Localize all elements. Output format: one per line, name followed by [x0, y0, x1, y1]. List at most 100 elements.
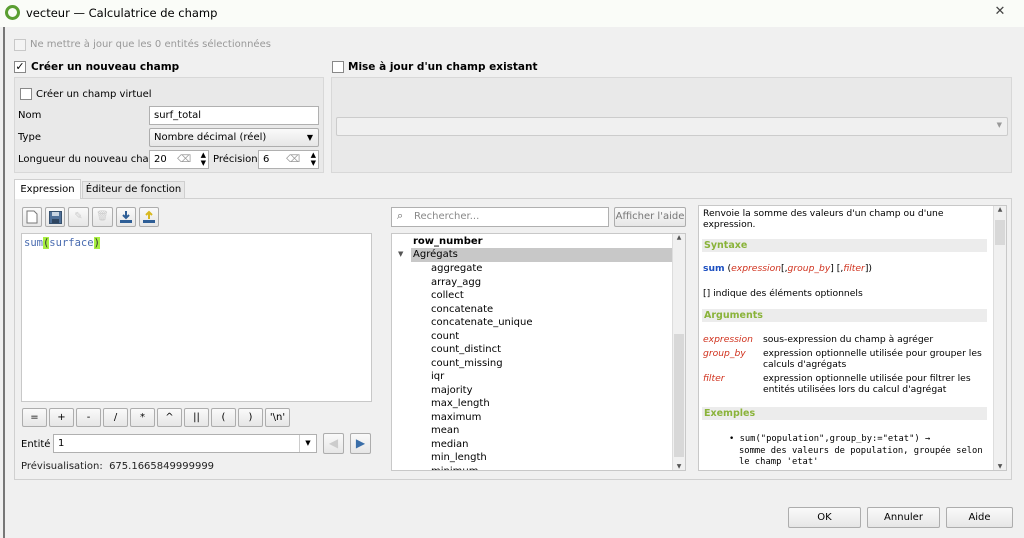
type-label: Type — [18, 132, 41, 143]
tree-item-function[interactable]: count_missing — [431, 357, 503, 371]
preview: Prévisualisation: 675.1665849999999 — [21, 461, 214, 472]
preview-label: Prévisualisation: — [21, 461, 103, 472]
example-code: • sum("population",group_by:="etat") → — [729, 434, 931, 444]
export-icon[interactable] — [139, 207, 159, 227]
arg-name: expression — [703, 334, 753, 345]
tree-item-function[interactable]: concatenate — [431, 303, 493, 317]
arg-desc: sous-expression du champ à agréger — [763, 334, 934, 345]
help-intro: Renvoie la somme des valeurs d'un champ … — [703, 208, 944, 230]
entity-select[interactable]: 1 ▼ — [53, 434, 317, 453]
tree-item-function[interactable]: iqr — [431, 370, 444, 384]
search-input[interactable]: ⌕ Rechercher... — [391, 207, 609, 227]
tree-item-function[interactable]: maximum — [431, 411, 481, 425]
length-spinbox[interactable]: 20 ⌫ ▲ ▼ — [149, 150, 209, 169]
tree-item-function[interactable]: min_length — [431, 451, 487, 465]
help-panel: Renvoie la somme des valeurs d'un champ … — [698, 205, 1007, 471]
clear-icon[interactable]: ⌫ — [177, 153, 191, 166]
operator-button[interactable]: ) — [238, 408, 263, 427]
syntax-line: sum (expression[,group_by] [,filter]) — [703, 263, 873, 274]
precision-label: Précision — [213, 154, 258, 165]
window-title: vecteur — Calculatrice de champ — [26, 6, 218, 20]
chevron-down-icon: ▼ — [306, 133, 313, 142]
create-new-field-checkbox[interactable]: ✓ — [14, 61, 26, 73]
help-button[interactable]: Aide — [946, 507, 1013, 528]
tree-item-function[interactable]: mean — [431, 424, 459, 438]
type-select[interactable]: Nombre décimal (réel) ▼ — [149, 128, 319, 147]
chevron-down-icon: ▼ — [299, 435, 316, 452]
spin-arrows-icon[interactable]: ▲ ▼ — [311, 151, 316, 167]
arg-desc: expression optionnelle utilisée pour fil… — [763, 373, 971, 395]
delete-icon[interactable]: 🗑 — [92, 207, 113, 227]
optional-note: [] indique des éléments optionnels — [703, 288, 863, 299]
example-desc: somme des valeurs de population, groupée… — [739, 446, 983, 467]
entity-label: Entité — [21, 439, 51, 450]
arguments-heading: Arguments — [702, 309, 987, 322]
update-existing-checkbox[interactable] — [332, 61, 344, 73]
scroll-thumb[interactable] — [674, 334, 684, 457]
tree-item-function[interactable]: array_agg — [431, 276, 481, 290]
type-value: Nombre décimal (réel) — [154, 132, 267, 143]
help-scrollbar[interactable]: ▲ ▼ — [993, 206, 1006, 470]
tree-item-function[interactable]: aggregate — [431, 262, 482, 276]
create-new-field-label: Créer un nouveau champ — [31, 61, 180, 73]
tree-scrollbar[interactable]: ▲ ▼ — [672, 234, 685, 470]
syntax-heading: Syntaxe — [702, 239, 987, 252]
operator-button[interactable]: '\n' — [265, 408, 290, 427]
virtual-field-label: Créer un champ virtuel — [36, 89, 152, 100]
next-entity-button[interactable]: ▶ — [350, 433, 371, 454]
chevron-down-icon: ▼ — [996, 121, 1002, 129]
arg-name: group_by — [703, 348, 746, 359]
show-help-button[interactable]: Afficher l'aide — [614, 207, 686, 227]
length-value: 20 — [154, 154, 167, 165]
tab-function-editor[interactable]: Éditeur de fonction — [82, 181, 185, 198]
spin-arrows-icon[interactable]: ▲ ▼ — [201, 151, 206, 167]
function-tree: row_number ▼ Agrégats aggregate array_agg… — [391, 233, 686, 471]
only-selected-checkbox[interactable] — [14, 39, 26, 51]
import-icon[interactable] — [116, 207, 136, 227]
close-icon[interactable]: ✕ — [984, 2, 1016, 22]
operator-button[interactable]: || — [184, 408, 209, 427]
tab-expression[interactable]: Expression — [14, 179, 81, 199]
operator-button[interactable]: * — [130, 408, 155, 427]
precision-value: 6 — [263, 154, 270, 165]
scroll-thumb[interactable] — [995, 220, 1005, 245]
examples-heading: Exemples — [702, 407, 987, 420]
tree-item-function[interactable]: concatenate_unique — [431, 316, 532, 330]
code-bracket: ) — [93, 237, 100, 249]
operator-button[interactable]: = — [22, 408, 47, 427]
expand-arrow-icon[interactable]: ▼ — [398, 248, 403, 262]
entity-value: 1 — [58, 438, 65, 449]
tree-group-aggregates[interactable]: Agrégats — [411, 248, 673, 262]
tree-item-row-number[interactable]: row_number — [413, 235, 483, 249]
tree-item-function[interactable]: count — [431, 330, 459, 344]
title-bar: vecteur — Calculatrice de champ ✕ — [0, 0, 1024, 27]
precision-spinbox[interactable]: 6 ⌫ ▲ ▼ — [258, 150, 319, 169]
tree-item-function[interactable]: max_length — [431, 397, 490, 411]
ok-button[interactable]: OK — [788, 507, 861, 528]
tree-item-function[interactable]: collect — [431, 289, 464, 303]
arg-name: filter — [703, 373, 725, 384]
virtual-field-checkbox[interactable] — [20, 88, 32, 100]
arg-desc: expression optionnelle utilisée pour gro… — [763, 348, 982, 370]
operator-button[interactable]: + — [49, 408, 74, 427]
previous-entity-button[interactable]: ◀ — [323, 433, 344, 454]
operator-button[interactable]: ( — [211, 408, 236, 427]
operator-button[interactable]: ^ — [157, 408, 182, 427]
name-label: Nom — [18, 110, 42, 121]
expression-editor[interactable]: sum(surface) — [21, 233, 372, 402]
clear-icon[interactable]: ⌫ — [286, 153, 300, 166]
existing-field-select[interactable]: ▼ — [336, 117, 1008, 136]
cancel-button[interactable]: Annuler — [867, 507, 940, 528]
tree-item-function[interactable]: minimum — [431, 465, 478, 471]
new-file-icon[interactable] — [22, 207, 42, 227]
tree-item-function[interactable]: majority — [431, 384, 473, 398]
operator-button[interactable]: - — [76, 408, 101, 427]
edit-icon[interactable]: ✎ — [68, 207, 89, 227]
length-label: Longueur du nouveau champ — [18, 154, 165, 165]
name-input[interactable]: surf_total — [149, 106, 319, 125]
operator-button[interactable]: / — [103, 408, 128, 427]
code-function: sum — [24, 237, 43, 249]
save-icon[interactable] — [45, 207, 65, 227]
tree-item-function[interactable]: count_distinct — [431, 343, 501, 357]
tree-item-function[interactable]: median — [431, 438, 469, 452]
